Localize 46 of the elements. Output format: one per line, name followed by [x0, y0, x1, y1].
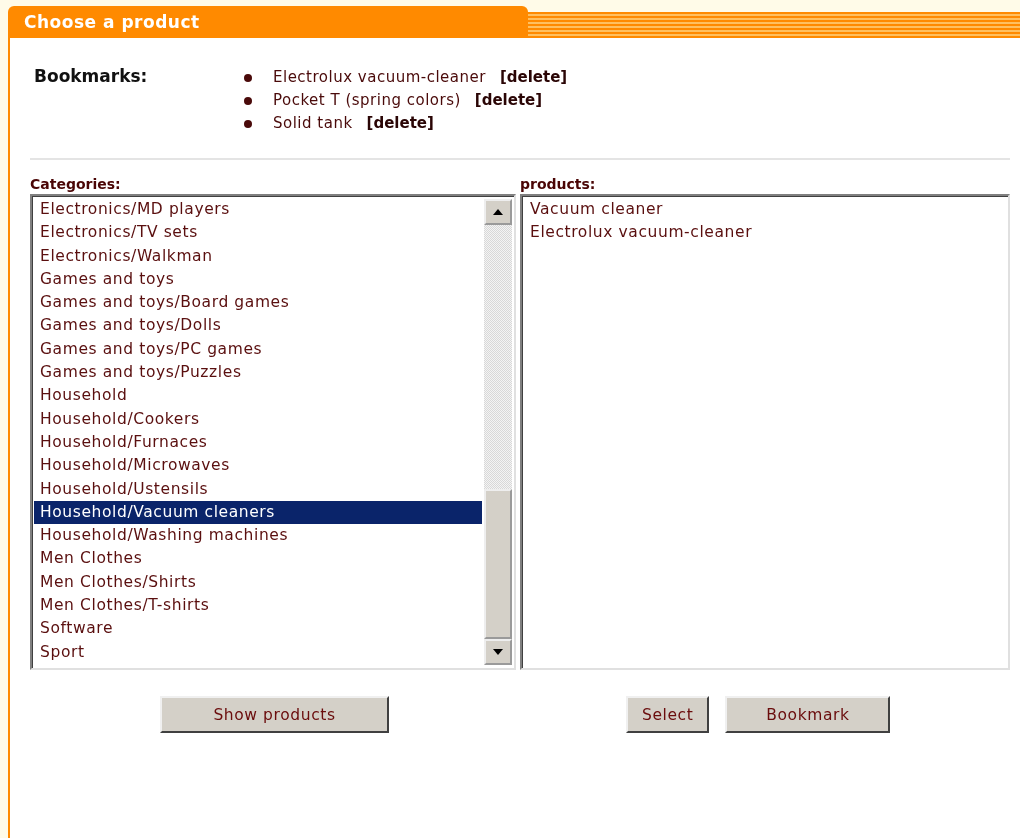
products-listbox[interactable]: Vacuum cleaner Electrolux vacuum-cleaner	[520, 194, 1010, 670]
category-option[interactable]: Games and toys/Puzzles	[34, 361, 482, 385]
category-option[interactable]: Games and toys	[34, 267, 482, 292]
category-option[interactable]: Games and toys/Dolls	[34, 314, 482, 338]
scrollbar[interactable]	[484, 196, 514, 668]
category-option[interactable]: Household/Microwaves	[34, 454, 482, 478]
delete-link[interactable]: [delete]	[499, 66, 568, 89]
categories-label: Categories:	[30, 176, 122, 194]
category-option[interactable]: Men Clothes/Shirts	[34, 570, 482, 595]
category-option[interactable]: Household/Furnaces	[34, 430, 482, 455]
scroll-up-button[interactable]	[484, 199, 512, 225]
category-option[interactable]: Electronics/Walkman	[34, 244, 482, 268]
category-option[interactable]: Games and toys/Board games	[34, 291, 482, 315]
bullet-icon	[244, 96, 252, 105]
category-option[interactable]: Men Clothes/T-shirts	[34, 594, 482, 618]
bullet-icon	[244, 73, 252, 82]
products-label: products:	[520, 176, 597, 194]
bookmark-button[interactable]: Bookmark	[725, 696, 891, 733]
bullet-icon	[244, 119, 252, 128]
bookmark-link[interactable]: Pocket T (spring colors)	[273, 89, 461, 112]
show-products-button[interactable]: Show products	[160, 696, 389, 733]
categories-listbox[interactable]	[30, 194, 516, 670]
delete-link[interactable]: [delete]	[366, 112, 434, 135]
bookmarks-label: Bookmarks:	[33, 66, 149, 88]
category-option[interactable]: Household/Ustensils	[34, 477, 482, 501]
category-option[interactable]: Household/Vacuum cleaners	[34, 500, 482, 525]
scroll-down-button[interactable]	[484, 639, 512, 665]
category-option[interactable]: Household/Cookers	[34, 407, 482, 431]
category-option[interactable]: Electronics/TV sets	[34, 221, 482, 245]
product-option[interactable]: Electrolux vacuum-cleaner	[524, 221, 1006, 245]
scroll-thumb[interactable]	[484, 489, 512, 639]
panel-title: Choose a product	[8, 6, 528, 38]
delete-link[interactable]: [delete]	[474, 89, 543, 112]
category-option[interactable]: Software	[34, 617, 482, 641]
category-option[interactable]: Electronics/MD players	[34, 198, 482, 222]
select-button[interactable]: Select	[626, 696, 710, 733]
category-option[interactable]: Men Clothes	[34, 547, 482, 571]
category-option[interactable]: Household/Washing machines	[34, 524, 482, 548]
bookmark-link[interactable]: Solid tank	[273, 112, 353, 135]
bookmark-link[interactable]: Electrolux vacuum-cleaner	[273, 66, 486, 89]
product-option[interactable]: Vacuum cleaner	[524, 198, 1006, 222]
category-option[interactable]: Household	[34, 384, 482, 408]
down-arrow-icon	[493, 649, 503, 655]
category-option[interactable]: Sport	[34, 640, 482, 664]
category-option[interactable]: Games and toys/PC games	[34, 337, 482, 362]
up-arrow-icon	[493, 209, 503, 215]
